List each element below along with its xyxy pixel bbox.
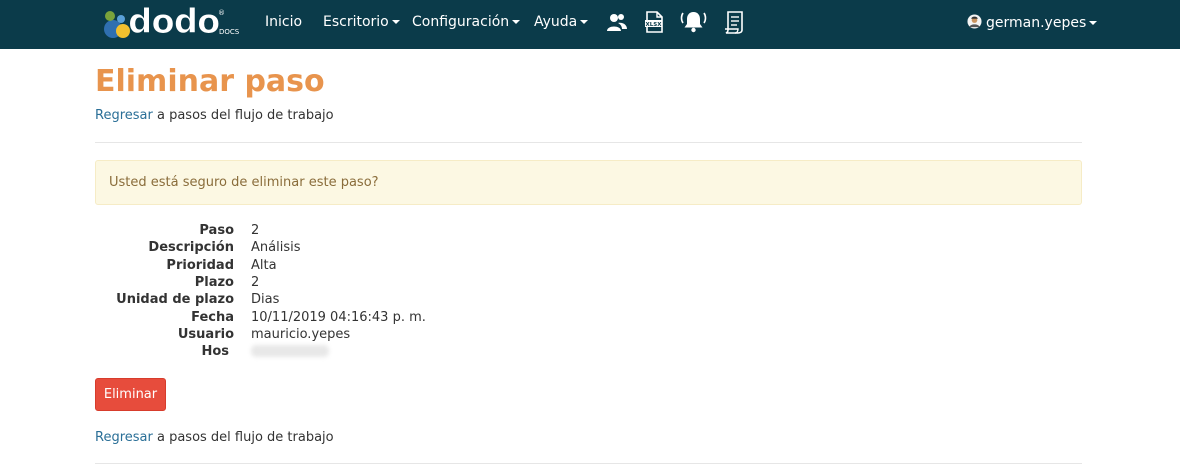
detail-label: Plazo [194,275,234,290]
detail-row-usuario: Usuario mauricio.yepes [95,327,595,344]
warning-alert: Usted está seguro de eliminar este paso? [95,160,1082,205]
detail-row-paso: Paso 2 [95,223,595,240]
back-link[interactable]: Regresar [95,430,153,445]
detail-label: Prioridad [166,258,234,273]
detail-row-unidad-de-plazo: Unidad de plazo Dias [95,292,595,309]
divider [95,142,1082,143]
detail-label: Hos [201,344,229,359]
users-icon[interactable] [606,12,628,32]
detail-value: 2 [251,275,260,290]
nav-ayuda-label: Ayuda [534,14,578,30]
chevron-down-icon [580,20,589,24]
nav-ayuda-dropdown[interactable]: Ayuda [534,14,589,30]
back-link-top: Regresar a pasos del flujo de trabajo [95,108,334,123]
detail-row-host: Hos [95,344,595,361]
bell-icon[interactable] [680,9,707,34]
page-title: Eliminar paso [95,64,325,99]
nav-inicio[interactable]: Inicio [265,14,302,30]
detail-label: Descripción [148,240,234,255]
logo-registered-mark: ® [218,9,225,17]
chevron-down-icon [512,20,521,24]
back-link-text: a pasos del flujo de trabajo [156,430,334,445]
detail-row-descripcion: Descripción Análisis [95,240,595,257]
nav-inicio-label: Inicio [265,14,303,30]
chevron-down-icon [391,20,400,24]
back-link[interactable]: Regresar [95,108,153,123]
nav-configuracion-label: Configuración [412,14,510,30]
svg-text:XLSX: XLSX [646,22,663,28]
redacted-value [251,345,329,357]
detail-row-fecha: Fecha 10/11/2019 04:16:43 p. m. [95,310,595,327]
nav-configuracion-dropdown[interactable]: Configuración [412,14,521,30]
detail-row-prioridad: Prioridad Alta [95,258,595,275]
detail-label: Unidad de plazo [116,292,234,307]
top-navbar: dodo ® DOCS Inicio Escritorio Configurac… [0,0,1180,49]
document-icon[interactable] [723,10,745,34]
detail-value: Alta [251,258,277,273]
dodo-docs-logo[interactable]: dodo ® DOCS [100,2,242,43]
detail-value-redacted [251,344,329,359]
logo-text: dodo [127,2,220,43]
logo-subtext: DOCS [219,28,240,36]
detail-row-plazo: Plazo 2 [95,275,595,292]
divider [95,463,1082,464]
back-link-text: a pasos del flujo de trabajo [156,108,334,123]
user-avatar-icon [967,14,982,29]
nav-escritorio-dropdown[interactable]: Escritorio [323,14,400,30]
back-link-bottom: Regresar a pasos del flujo de trabajo [95,430,334,445]
detail-value: 2 [251,223,260,238]
chevron-down-icon [1089,21,1098,25]
detail-label: Usuario [177,327,234,342]
detail-value: Dias [251,292,280,307]
detail-value: 10/11/2019 04:16:43 p. m. [251,310,426,325]
username-label: german.yepes [986,15,1087,31]
detail-label: Paso [199,223,234,238]
alert-message: Usted está seguro de eliminar este paso? [109,175,379,190]
user-menu-dropdown[interactable]: german.yepes [967,14,1098,31]
xlsx-file-icon[interactable]: XLSX [644,11,664,33]
nav-escritorio-label: Escritorio [323,14,389,30]
detail-label: Fecha [191,310,234,325]
detail-value: mauricio.yepes [251,327,351,342]
detail-value: Análisis [251,240,301,255]
delete-button[interactable]: Eliminar [95,378,166,411]
